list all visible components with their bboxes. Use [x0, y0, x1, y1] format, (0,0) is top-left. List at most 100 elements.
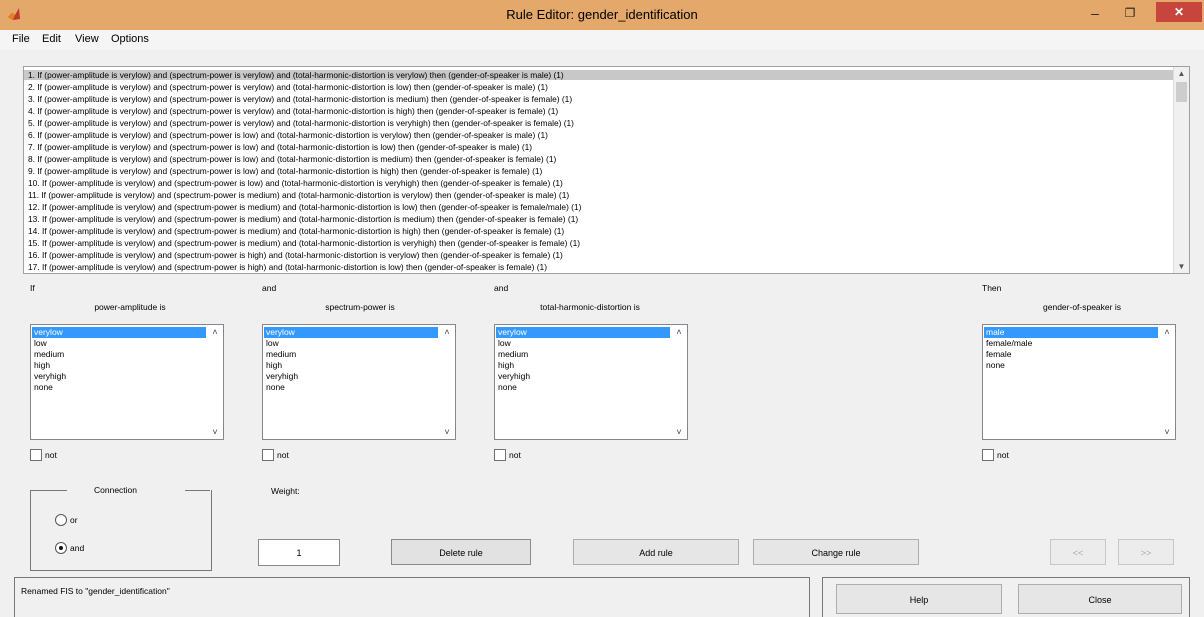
rule-item[interactable]: 2. If (power-amplitude is verylow) and (…: [28, 82, 548, 92]
list-item[interactable]: none: [264, 382, 285, 393]
and-label: and: [70, 543, 85, 553]
rule-item[interactable]: 5. If (power-amplitude is verylow) and (…: [28, 118, 574, 128]
list-item[interactable]: veryhigh: [264, 371, 298, 382]
list-item[interactable]: medium: [496, 349, 528, 360]
status-panel: Renamed FIS to "gender_identification": [14, 577, 810, 617]
list-item[interactable]: low: [32, 338, 47, 349]
listbox-scrollbar[interactable]: ˄ ˅: [207, 325, 223, 439]
list-item[interactable]: medium: [32, 349, 64, 360]
list-item[interactable]: female/male: [984, 338, 1032, 349]
delete-rule-button[interactable]: Delete rule: [391, 539, 531, 565]
weight-input[interactable]: 1: [258, 539, 340, 566]
not-label: not: [45, 450, 57, 460]
list-item[interactable]: low: [264, 338, 279, 349]
not-checkbox-2[interactable]: [262, 449, 274, 461]
connection-group: [30, 490, 212, 571]
change-rule-button[interactable]: Change rule: [753, 539, 919, 565]
weight-label: Weight:: [271, 486, 300, 496]
rule-item[interactable]: 1. If (power-amplitude is verylow) and (…: [24, 70, 1177, 80]
add-rule-button[interactable]: Add rule: [573, 539, 739, 565]
connection-label: Connection: [94, 485, 138, 495]
close-button[interactable]: Close: [1018, 584, 1182, 614]
scroll-up-icon[interactable]: ˄: [439, 325, 455, 339]
radio-selected-dot: [59, 546, 63, 550]
not-checkbox-1[interactable]: [30, 449, 42, 461]
menu-options[interactable]: Options: [111, 33, 149, 45]
rule-item[interactable]: 6. If (power-amplitude is verylow) and (…: [28, 130, 548, 140]
rule-item[interactable]: 14. If (power-amplitude is verylow) and …: [28, 226, 564, 236]
rule-item[interactable]: 12. If (power-amplitude is verylow) and …: [28, 202, 581, 212]
not-checkbox-3[interactable]: [494, 449, 506, 461]
menu-edit[interactable]: Edit: [42, 33, 61, 45]
scroll-down-icon[interactable]: ˅: [1159, 425, 1175, 439]
scroll-down-icon[interactable]: ˅: [439, 425, 455, 439]
list-item[interactable]: high: [32, 360, 50, 371]
input3-title: total-harmonic-distortion is: [540, 302, 640, 312]
maximize-button[interactable]: ❐: [1115, 2, 1145, 24]
scroll-up-icon[interactable]: ˄: [207, 325, 223, 339]
list-item[interactable]: medium: [264, 349, 296, 360]
list-item[interactable]: none: [984, 360, 1005, 371]
scroll-up-icon[interactable]: ˄: [1159, 325, 1175, 339]
scroll-down-icon[interactable]: ˅: [207, 425, 223, 439]
next-rule-button[interactable]: >>: [1118, 539, 1174, 565]
menu-bar: [0, 30, 1204, 50]
gender-of-speaker-listbox[interactable]: male female/male female none ˄ ˅: [982, 324, 1176, 440]
rule-item[interactable]: 4. If (power-amplitude is verylow) and (…: [28, 106, 558, 116]
rule-item[interactable]: 7. If (power-amplitude is verylow) and (…: [28, 142, 532, 152]
and-label-2: and: [494, 283, 509, 293]
rule-item[interactable]: 10. If (power-amplitude is verylow) and …: [28, 178, 563, 188]
rule-item[interactable]: 13. If (power-amplitude is verylow) and …: [28, 214, 578, 224]
rule-item[interactable]: 3. If (power-amplitude is verylow) and (…: [28, 94, 572, 104]
rule-item[interactable]: 15. If (power-amplitude is verylow) and …: [28, 238, 580, 248]
spectrum-power-listbox[interactable]: verylow low medium high veryhigh none ˄ …: [262, 324, 456, 440]
then-label: Then: [982, 283, 1002, 293]
list-item[interactable]: verylow: [496, 327, 670, 338]
list-item[interactable]: verylow: [264, 327, 438, 338]
list-item[interactable]: high: [496, 360, 514, 371]
rule-item[interactable]: 16. If (power-amplitude is verylow) and …: [28, 250, 563, 260]
list-item[interactable]: verylow: [32, 327, 206, 338]
list-item[interactable]: low: [496, 338, 511, 349]
not-checkbox-output[interactable]: [982, 449, 994, 461]
list-item[interactable]: none: [32, 382, 53, 393]
listbox-scrollbar[interactable]: ˄ ˅: [671, 325, 687, 439]
menu-file[interactable]: File: [12, 33, 30, 45]
if-label: If: [30, 283, 35, 293]
rule-item[interactable]: 8. If (power-amplitude is verylow) and (…: [28, 154, 556, 164]
prev-rule-button[interactable]: <<: [1050, 539, 1106, 565]
rule-item[interactable]: 9. If (power-amplitude is verylow) and (…: [28, 166, 542, 176]
output-title: gender-of-speaker is: [1043, 302, 1121, 312]
rules-list[interactable]: 1. If (power-amplitude is verylow) and (…: [23, 66, 1190, 274]
list-item[interactable]: none: [496, 382, 517, 393]
not-label: not: [277, 450, 289, 460]
power-amplitude-listbox[interactable]: verylow low medium high veryhigh none ˄ …: [30, 324, 224, 440]
list-item[interactable]: male: [984, 327, 1158, 338]
or-radio[interactable]: [55, 514, 67, 526]
rules-scrollbar[interactable]: ▲ ▼: [1173, 67, 1189, 273]
list-item[interactable]: veryhigh: [32, 371, 66, 382]
total-harmonic-distortion-listbox[interactable]: verylow low medium high veryhigh none ˄ …: [494, 324, 688, 440]
scroll-down-icon[interactable]: ˅: [671, 425, 687, 439]
listbox-scrollbar[interactable]: ˄ ˅: [1159, 325, 1175, 439]
window-close-button[interactable]: ✕: [1156, 2, 1202, 22]
list-item[interactable]: female: [984, 349, 1012, 360]
and-radio[interactable]: [55, 542, 67, 554]
help-button[interactable]: Help: [836, 584, 1002, 614]
not-label: not: [509, 450, 521, 460]
scroll-thumb[interactable]: [1176, 82, 1187, 102]
scroll-down-icon[interactable]: ▼: [1174, 260, 1189, 273]
status-text: Renamed FIS to "gender_identification": [21, 586, 170, 596]
minimize-button[interactable]: –: [1080, 2, 1110, 24]
group-border: [185, 490, 210, 491]
scroll-up-icon[interactable]: ˄: [671, 325, 687, 339]
rule-item[interactable]: 11. If (power-amplitude is verylow) and …: [28, 190, 569, 200]
scroll-up-icon[interactable]: ▲: [1174, 67, 1189, 80]
list-item[interactable]: veryhigh: [496, 371, 530, 382]
listbox-scrollbar[interactable]: ˄ ˅: [439, 325, 455, 439]
rule-item[interactable]: 17. If (power-amplitude is verylow) and …: [28, 262, 547, 272]
group-border: [30, 490, 67, 491]
menu-view[interactable]: View: [75, 33, 99, 45]
input2-title: spectrum-power is: [325, 302, 395, 312]
list-item[interactable]: high: [264, 360, 282, 371]
